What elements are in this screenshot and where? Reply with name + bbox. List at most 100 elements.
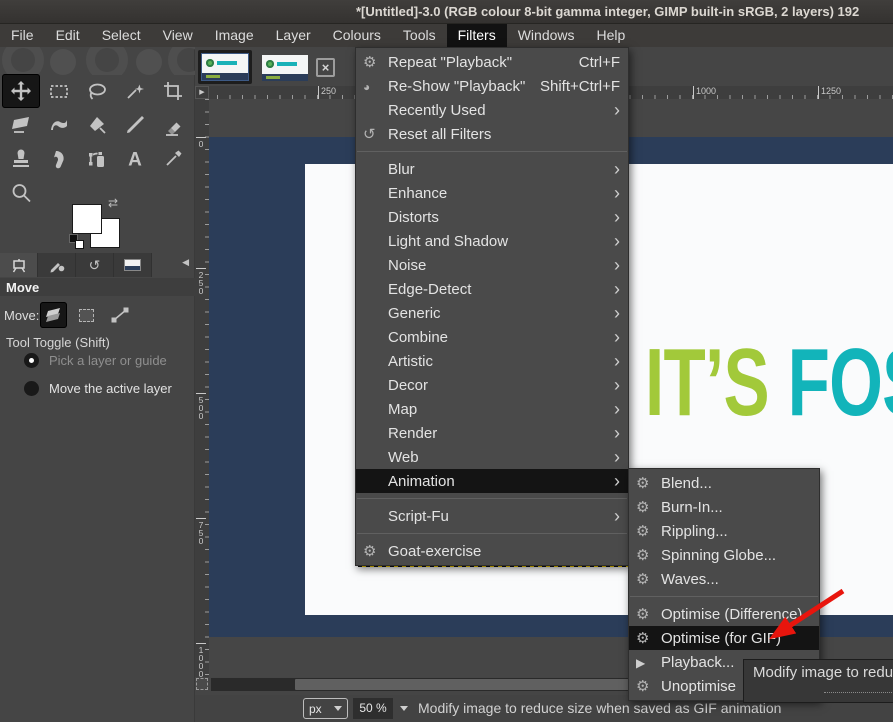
tool-clone[interactable] [2, 142, 40, 176]
menu-view[interactable]: View [152, 24, 204, 47]
radio-on-icon [24, 353, 39, 368]
ruler-origin-button[interactable]: ▶ [195, 86, 209, 99]
h-ruler-label: 1000 [693, 86, 716, 99]
tool-eraser[interactable] [154, 108, 192, 142]
image-thumb-icon [124, 259, 141, 271]
rectangle-select-icon [48, 80, 70, 102]
move-layer-button[interactable] [40, 302, 67, 328]
image-tab-1[interactable] [198, 50, 252, 84]
submenu-item-rippling[interactable]: Rippling... [629, 519, 819, 543]
tool-free-select[interactable] [78, 74, 116, 108]
submenu-item-burn-in[interactable]: Burn-In... [629, 495, 819, 519]
submenu-chevron-icon [608, 400, 620, 418]
tool-text[interactable]: A [116, 142, 154, 176]
tool-move[interactable] [2, 74, 40, 108]
tool-rectangle-select[interactable] [40, 74, 78, 108]
menu-windows[interactable]: Windows [507, 24, 586, 47]
tool-bucket-fill[interactable] [78, 108, 116, 142]
menu-layer[interactable]: Layer [265, 24, 322, 47]
tab-image-thumbnail[interactable] [114, 253, 152, 277]
submenu-chevron-icon [608, 424, 620, 442]
tooltip-text: Modify image to reduce [744, 660, 893, 681]
submenu-item-blend[interactable]: Blend... [629, 471, 819, 495]
image-tab-2[interactable] [259, 52, 311, 83]
logo-word-1: IT’S [645, 329, 769, 436]
menu-item-repeat[interactable]: Repeat "Playback" Ctrl+F [356, 50, 628, 74]
tool-zoom[interactable] [2, 176, 40, 210]
gear-icon [363, 53, 388, 71]
menu-item-reset-all-filters[interactable]: Reset all Filters [356, 122, 628, 146]
menu-item-light-and-shadow[interactable]: Light and Shadow [356, 229, 628, 253]
gear-icon [636, 570, 661, 588]
menu-item-decor[interactable]: Decor [356, 373, 628, 397]
annotation-arrow [740, 575, 860, 655]
menu-help[interactable]: Help [586, 24, 637, 47]
menu-tools[interactable]: Tools [392, 24, 447, 47]
image-thumbnail [202, 54, 248, 80]
tooltip: Modify image to reduce [743, 659, 893, 703]
menu-item-web[interactable]: Web [356, 445, 628, 469]
menu-item-edge-detect[interactable]: Edge-Detect [356, 277, 628, 301]
close-image-icon[interactable]: × [316, 58, 335, 77]
move-path-button[interactable] [106, 302, 133, 328]
menu-item-artistic[interactable]: Artistic [356, 349, 628, 373]
menu-file[interactable]: File [0, 24, 45, 47]
menu-select[interactable]: Select [91, 24, 152, 47]
crop-icon [162, 80, 184, 102]
radio-pick-layer[interactable]: Pick a layer or guide [24, 353, 167, 368]
radio-move-active-layer[interactable]: Move the active layer [24, 381, 172, 396]
tool-toggle-label: Tool Toggle (Shift) [6, 335, 110, 350]
swap-colors-icon[interactable]: ⇄ [108, 196, 118, 210]
menu-edit[interactable]: Edit [45, 24, 91, 47]
lasso-icon [86, 80, 108, 102]
menu-item-noise[interactable]: Noise [356, 253, 628, 277]
unit-dropdown[interactable]: px [303, 698, 348, 719]
vertical-ruler[interactable]: 0 250 500 750 1000 [195, 99, 209, 677]
chevron-down-icon [334, 706, 342, 711]
submenu-item-spinning-globe[interactable]: Spinning Globe... [629, 543, 819, 567]
menu-item-generic[interactable]: Generic [356, 301, 628, 325]
menu-item-goat-exercise[interactable]: Goat-exercise [356, 539, 628, 563]
play-icon [636, 655, 661, 670]
tool-smudge[interactable] [40, 142, 78, 176]
submenu-chevron-icon [608, 184, 620, 202]
menu-image[interactable]: Image [204, 24, 265, 47]
tool-options-title: Move [0, 278, 195, 296]
menu-item-distorts[interactable]: Distorts [356, 205, 628, 229]
tool-fuzzy-select[interactable] [116, 74, 154, 108]
move-selection-button[interactable] [73, 302, 100, 328]
tab-tool-options[interactable] [0, 253, 38, 277]
menu-item-render[interactable]: Render [356, 421, 628, 445]
menu-item-animation[interactable]: Animation [356, 469, 628, 493]
tool-color-picker[interactable] [154, 142, 192, 176]
tool-shear[interactable] [2, 108, 40, 142]
menu-colours[interactable]: Colours [322, 24, 392, 47]
default-colors-icon[interactable] [69, 234, 85, 250]
dock-tabs: ↺ [0, 253, 195, 278]
radio-label: Move the active layer [49, 381, 172, 396]
v-ruler-label: 500 [196, 393, 206, 419]
menubar: File Edit Select View Image Layer Colour… [0, 24, 893, 47]
menu-separator [357, 533, 627, 534]
menu-item-map[interactable]: Map [356, 397, 628, 421]
zoom-value[interactable]: 50 % [353, 698, 393, 719]
tool-airbrush[interactable] [78, 142, 116, 176]
menu-item-recently-used[interactable]: Recently Used [356, 98, 628, 122]
tab-device-status[interactable] [38, 253, 76, 277]
menu-item-blur[interactable]: Blur [356, 157, 628, 181]
menu-item-reshow[interactable]: Re-Show "Playback" Shift+Ctrl+F [356, 74, 628, 98]
gimp-window: *[Untitled]-3.0 (RGB colour 8-bit gamma … [0, 0, 893, 722]
zoom-dropdown-button[interactable] [395, 698, 413, 719]
menu-item-combine[interactable]: Combine [356, 325, 628, 349]
menu-filters[interactable]: Filters [447, 24, 507, 47]
quick-mask-toggle[interactable] [196, 678, 208, 690]
dock-collapse-button[interactable]: ◀ [182, 257, 189, 268]
tool-paintbrush[interactable] [116, 108, 154, 142]
menu-item-enhance[interactable]: Enhance [356, 181, 628, 205]
toolbox-drag-pattern [0, 47, 195, 75]
foreground-color-swatch[interactable] [72, 204, 102, 234]
tab-undo-history[interactable]: ↺ [76, 253, 114, 277]
tool-crop[interactable] [154, 74, 192, 108]
menu-item-script-fu[interactable]: Script-Fu [356, 504, 628, 528]
tool-warp[interactable] [40, 108, 78, 142]
